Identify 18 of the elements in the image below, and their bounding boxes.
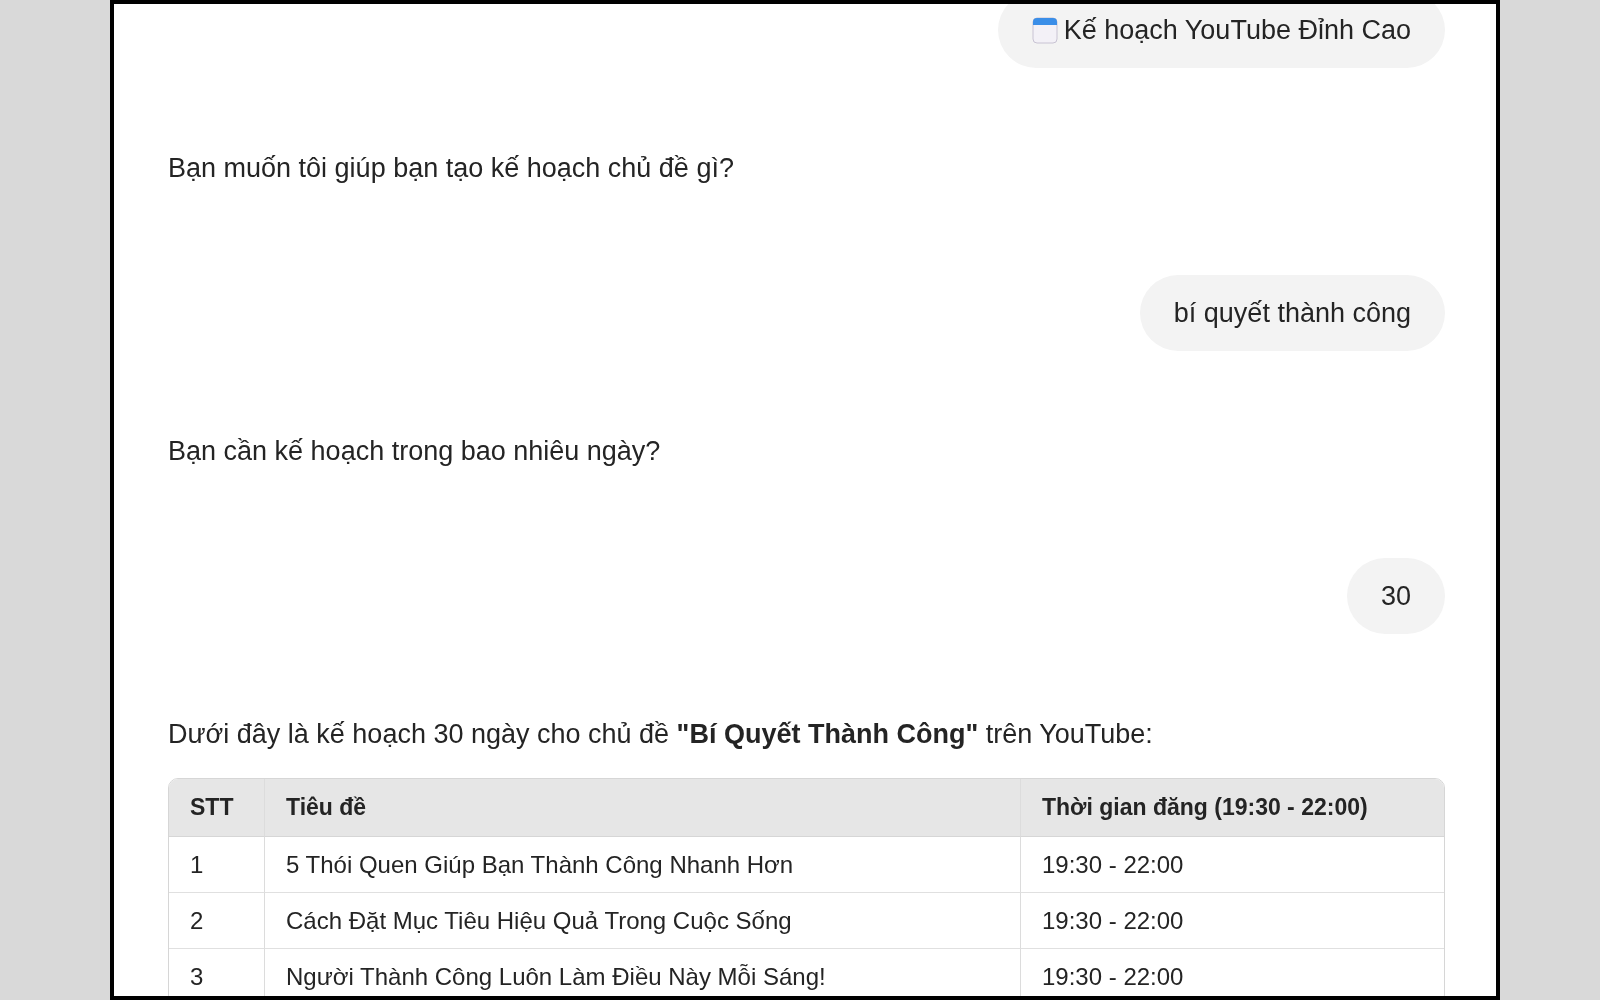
table-cell: Cách Đặt Mục Tiêu Hiệu Quả Trong Cuộc Sống bbox=[264, 892, 1020, 948]
table-cell: Người Thành Công Luôn Làm Điều Này Mỗi Sáng! bbox=[264, 948, 1020, 996]
table-cell: 19:30 - 22:00 bbox=[1020, 892, 1444, 948]
assistant-message-text: Bạn cần kế hoạch trong bao nhiêu ngày? bbox=[168, 435, 662, 468]
user-message-text: bí quyết thành công bbox=[1173, 297, 1411, 330]
assistant-message-text: Dưới đây là kế hoạch 30 ngày cho chủ đề "Bí Quyết Thành Công" trên YouTube: bbox=[168, 718, 1154, 751]
table-cell: 19:30 - 22:00 bbox=[1020, 948, 1444, 996]
table-cell: 19:30 - 22:00 bbox=[1020, 837, 1444, 892]
column-header: Thời gian đăng (19:30 - 22:00) bbox=[1020, 779, 1444, 837]
column-header: STT bbox=[169, 779, 264, 837]
assistant-message-text: Bạn muốn tôi giúp bạn tạo kế hoạch chủ đề gì? bbox=[168, 152, 735, 185]
column-header: Tiêu đề bbox=[264, 779, 1020, 837]
table-cell: 5 Thói Quen Giúp Bạn Thành Công Nhanh Hơn bbox=[264, 837, 1020, 892]
table-cell: 2 bbox=[169, 892, 264, 948]
user-message-text: Kế hoạch YouTube Đỉnh Cao bbox=[1063, 14, 1411, 47]
user-message-text: 30 bbox=[1380, 580, 1411, 613]
table-cell: 3 bbox=[169, 948, 264, 996]
table-cell-text: 1 bbox=[189, 849, 205, 880]
